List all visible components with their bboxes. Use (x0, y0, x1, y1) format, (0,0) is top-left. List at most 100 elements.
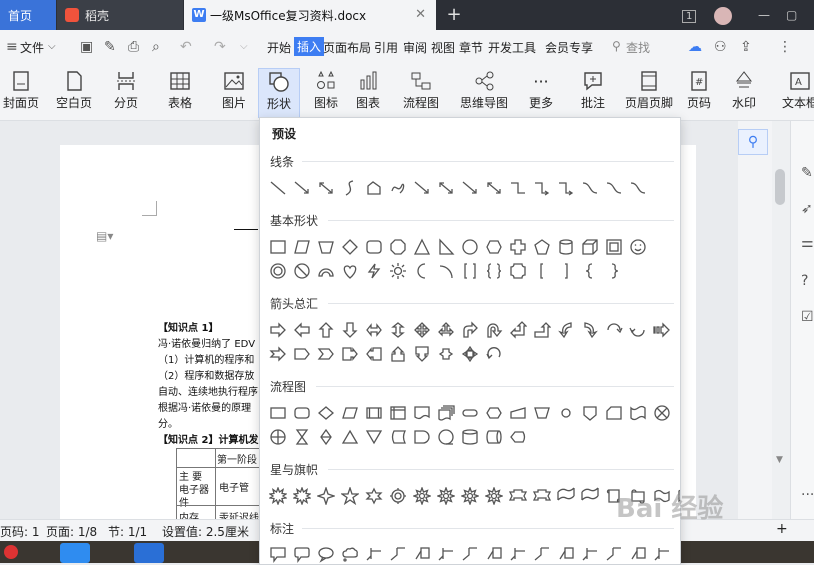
internal-shape-icon[interactable] (386, 401, 410, 425)
c-line2-shape-icon[interactable] (458, 542, 482, 564)
c-bar-shape-icon[interactable] (626, 542, 650, 564)
ar-lr-shape-icon[interactable] (362, 318, 386, 342)
penta-shape-icon[interactable] (530, 235, 554, 259)
curved-shape-icon[interactable] (578, 176, 602, 200)
para-shape-icon[interactable] (290, 235, 314, 259)
ar-3-shape-icon[interactable] (434, 318, 458, 342)
chevron-shape-icon[interactable] (314, 342, 338, 366)
cube-shape-icon[interactable] (578, 235, 602, 259)
pen-icon[interactable]: ✎ (801, 165, 813, 181)
plaque-shape-icon[interactable] (506, 259, 530, 283)
rtri-shape-icon[interactable] (434, 235, 458, 259)
callout-d-shape-icon[interactable] (410, 342, 434, 366)
zoom-in-button[interactable]: + (776, 521, 788, 537)
undo-icon[interactable]: ↶ (180, 39, 192, 55)
status-setting[interactable]: 设置值: 2.5厘米 (162, 523, 249, 540)
ribbon-shape-icon[interactable] (530, 484, 554, 508)
stored-shape-icon[interactable] (386, 425, 410, 449)
task-icon[interactable]: ☑ (801, 309, 814, 325)
ar-bend-shape-icon[interactable] (458, 318, 482, 342)
star5-shape-icon[interactable] (338, 484, 362, 508)
more-chevron-icon[interactable]: ⌵ (240, 41, 248, 52)
share-user-icon[interactable]: ⚇ (714, 39, 727, 55)
merge-shape-icon[interactable] (362, 425, 386, 449)
ar-ud-shape-icon[interactable] (386, 318, 410, 342)
menu-chapter[interactable]: 章节 (459, 39, 483, 56)
menu-file[interactable]: 文件 (20, 39, 44, 56)
frame-shape-icon[interactable] (602, 235, 626, 259)
close-tab-icon[interactable]: ✕ (415, 7, 426, 22)
more-insert-button[interactable]: ··· 更多 (522, 68, 560, 118)
ar-u-shape-icon[interactable] (314, 318, 338, 342)
c-line-shape-icon[interactable] (506, 542, 530, 564)
dblarrow-shape-icon[interactable] (314, 176, 338, 200)
elbow-shape-icon[interactable] (506, 176, 530, 200)
help-icon[interactable]: ? (801, 273, 808, 289)
manualop-shape-icon[interactable] (530, 401, 554, 425)
multidoc-shape-icon[interactable] (434, 401, 458, 425)
menu-insert[interactable]: 插入 (294, 37, 325, 56)
elbowarrow-shape-icon[interactable] (554, 176, 578, 200)
chart-button[interactable]: 图表 (350, 68, 386, 118)
decision-shape-icon[interactable] (314, 401, 338, 425)
callout-lr-shape-icon[interactable] (434, 342, 458, 366)
scroll-thumb[interactable] (775, 169, 785, 205)
c-line-shape-icon[interactable] (578, 542, 602, 564)
status-section[interactable]: 节: 1/1 (108, 523, 147, 540)
blank-page-button[interactable]: 空白页 (50, 68, 98, 118)
cursor-icon[interactable]: ➶ (801, 201, 813, 217)
status-pages[interactable]: 页面: 1/8 (46, 523, 97, 540)
cross-shape-icon[interactable] (506, 235, 530, 259)
star6-shape-icon[interactable] (362, 484, 386, 508)
icon-library-button[interactable]: 图标 (306, 68, 346, 118)
star4-shape-icon[interactable] (314, 484, 338, 508)
ribbon2-shape-icon[interactable] (578, 484, 602, 508)
collate-shape-icon[interactable] (290, 425, 314, 449)
curve-shape-icon[interactable] (338, 176, 362, 200)
c-line-shape-icon[interactable] (650, 542, 674, 564)
hamburger-icon[interactable]: ≡ (6, 39, 18, 55)
ar-circle-shape-icon[interactable] (482, 342, 506, 366)
ar-notch-shape-icon[interactable] (266, 342, 290, 366)
orsym-shape-icon[interactable] (266, 425, 290, 449)
dblarrow-shape-icon[interactable] (434, 176, 458, 200)
window-count-badge[interactable]: 1 (682, 0, 697, 30)
lbrack-shape-icon[interactable] (530, 259, 554, 283)
extract-shape-icon[interactable] (338, 425, 362, 449)
export-icon[interactable]: ⇪ (740, 39, 752, 55)
curved-shape-icon[interactable] (602, 176, 626, 200)
can-shape-icon[interactable] (554, 235, 578, 259)
print-icon[interactable]: ⎙ (128, 39, 139, 55)
direct-shape-icon[interactable] (482, 425, 506, 449)
minimize-icon[interactable]: — (758, 0, 770, 30)
c-line2-shape-icon[interactable] (530, 542, 554, 564)
rect-shape-icon[interactable] (266, 235, 290, 259)
callout-4-shape-icon[interactable] (458, 342, 482, 366)
tab-daoke[interactable]: 稻壳 (57, 0, 183, 30)
scribble-shape-icon[interactable] (386, 176, 410, 200)
new-tab-button[interactable]: + (444, 4, 464, 26)
diamond-shape-icon[interactable] (338, 235, 362, 259)
display-shape-icon[interactable] (506, 425, 530, 449)
curved-shape-icon[interactable] (626, 176, 650, 200)
c-rect-shape-icon[interactable] (266, 542, 290, 564)
table-button[interactable]: 表格 (160, 68, 200, 118)
c-bar-shape-icon[interactable] (554, 542, 578, 564)
tri-shape-icon[interactable] (410, 235, 434, 259)
c-line-shape-icon[interactable] (362, 542, 386, 564)
callout-u-shape-icon[interactable] (386, 342, 410, 366)
seq-shape-icon[interactable] (434, 425, 458, 449)
preview-icon[interactable]: ⌕ (152, 39, 160, 55)
c-line2-shape-icon[interactable] (386, 542, 410, 564)
picture-button[interactable]: 图片 (214, 68, 254, 118)
maximize-icon[interactable]: ▢ (786, 0, 797, 30)
location-pin-icon[interactable]: ⚲ (738, 129, 768, 155)
burst1-shape-icon[interactable] (290, 484, 314, 508)
offpage-shape-icon[interactable] (578, 401, 602, 425)
star8-shape-icon[interactable] (410, 484, 434, 508)
seal-shape-icon[interactable] (386, 484, 410, 508)
dblarrow-shape-icon[interactable] (482, 176, 506, 200)
tab-home[interactable]: 首页 (0, 0, 56, 30)
elbowarrow-shape-icon[interactable] (530, 176, 554, 200)
trap-shape-icon[interactable] (314, 235, 338, 259)
